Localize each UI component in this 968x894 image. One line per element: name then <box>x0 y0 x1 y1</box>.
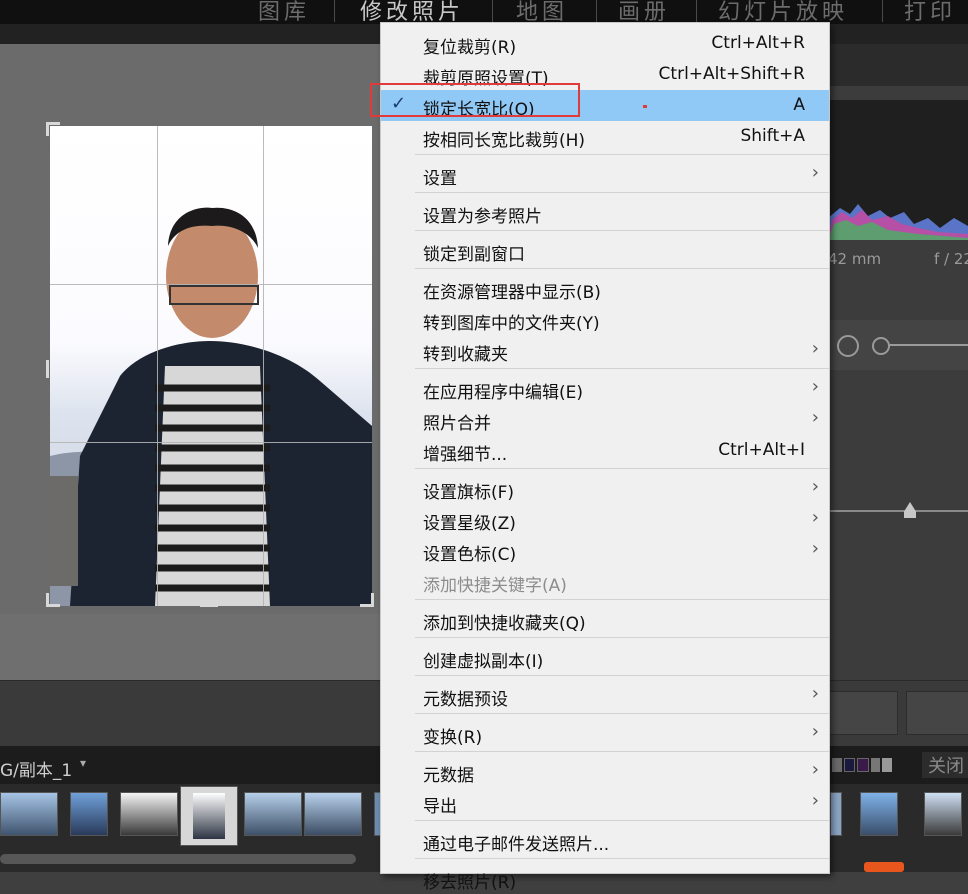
angle-slider-track[interactable] <box>828 510 968 512</box>
menu-item-add-to-quick-collection[interactable]: 添加到快捷收藏夹(Q) <box>381 604 829 635</box>
crop-handle-bottom-right[interactable] <box>371 593 374 607</box>
right-panel-header <box>828 44 968 86</box>
crop-grid-line <box>263 126 264 606</box>
submenu-arrow-icon: › <box>811 376 819 397</box>
module-separator <box>882 0 883 22</box>
menu-item-edit-in-app[interactable]: 在应用程序中编辑(E) › <box>381 373 829 404</box>
menu-item-create-virtual-copy[interactable]: 创建虚拟副本(I) <box>381 642 829 673</box>
annotation-dot <box>643 105 647 108</box>
filmstrip-scrollbar[interactable] <box>0 854 356 864</box>
context-menu: 复位裁剪(R) Ctrl+Alt+R 裁剪原照设置(T) Ctrl+Alt+Shif… <box>370 22 830 893</box>
menu-item-photo-merge[interactable]: 照片合并 › <box>381 404 829 435</box>
module-separator <box>696 0 697 22</box>
menu-separator <box>415 599 829 600</box>
filmstrip-thumbnail[interactable] <box>0 792 58 836</box>
filmstrip-thumbnail[interactable] <box>924 792 962 836</box>
annotation-highlight-box <box>370 83 580 117</box>
crop-handle-top-left[interactable] <box>46 122 49 136</box>
submenu-arrow-icon: › <box>811 476 819 497</box>
menu-item-enhance-details[interactable]: 增强细节... Ctrl+Alt+I <box>381 435 829 466</box>
module-separator <box>492 0 493 22</box>
menu-item-set-reference-photo[interactable]: 设置为参考照片 <box>381 197 829 228</box>
crop-grid-line <box>50 284 372 285</box>
menu-item-remove-photo[interactable]: 移去照片(R) <box>381 863 829 894</box>
menu-item-set-flag[interactable]: 设置旗标(F) › <box>381 473 829 504</box>
menu-separator <box>415 820 829 821</box>
menu-item-reset-crop[interactable]: 复位裁剪(R) Ctrl+Alt+R <box>381 28 829 59</box>
submenu-arrow-icon: › <box>811 721 819 742</box>
menu-separator <box>415 858 829 859</box>
tool-slider[interactable] <box>888 344 968 346</box>
module-library[interactable]: 图库 <box>258 0 310 26</box>
menu-item-go-to-collection[interactable]: 转到收藏夹 › <box>381 335 829 366</box>
menu-separator <box>415 192 829 193</box>
submenu-arrow-icon: › <box>811 759 819 780</box>
filmstrip-thumbnail[interactable] <box>120 792 178 836</box>
submenu-arrow-icon: › <box>811 538 819 559</box>
submenu-arrow-icon: › <box>811 407 819 428</box>
menu-separator <box>415 154 829 155</box>
menu-item-go-to-folder[interactable]: 转到图库中的文件夹(Y) <box>381 304 829 335</box>
filmstrip-source[interactable]: G/副本_1 <box>0 756 72 781</box>
submenu-arrow-icon: › <box>811 683 819 704</box>
filmstrip-thumbnail[interactable] <box>244 792 302 836</box>
portrait-image <box>50 207 372 606</box>
menu-separator <box>415 468 829 469</box>
filter-close-button[interactable]: 关闭 <box>922 752 968 778</box>
crop-grid-line <box>50 442 372 443</box>
menu-separator <box>415 637 829 638</box>
menu-item-metadata-presets[interactable]: 元数据预设 › <box>381 680 829 711</box>
menu-item-show-in-explorer[interactable]: 在资源管理器中显示(B) <box>381 273 829 304</box>
menu-item-export[interactable]: 导出 › <box>381 787 829 818</box>
submenu-arrow-icon: › <box>811 790 819 811</box>
filmstrip-thumbnail-selected[interactable] <box>180 786 238 846</box>
menu-separator <box>415 675 829 676</box>
tool-strip <box>828 320 968 370</box>
panel-button[interactable] <box>828 691 898 735</box>
module-print[interactable]: 打印 <box>904 0 956 26</box>
menu-separator <box>415 230 829 231</box>
aperture-readout: f / 22 <box>934 250 968 268</box>
menu-item-set-color-label[interactable]: 设置色标(C) › <box>381 535 829 566</box>
filmstrip-thumbnail[interactable] <box>860 792 898 836</box>
menu-separator <box>415 368 829 369</box>
module-separator <box>596 0 597 22</box>
histogram[interactable] <box>828 100 968 240</box>
histogram-graph <box>828 204 968 240</box>
submenu-arrow-icon: › <box>811 507 819 528</box>
menu-separator <box>415 268 829 269</box>
brush-icon[interactable] <box>872 337 890 355</box>
filmstrip-thumbnail[interactable] <box>70 792 108 836</box>
crop-photo[interactable] <box>50 126 372 606</box>
color-label-filters[interactable] <box>832 758 892 772</box>
menu-separator <box>415 751 829 752</box>
menu-item-settings[interactable]: 设置 › <box>381 159 829 190</box>
module-picker: 图库 修改照片 地图 画册 幻灯片放映 打印 <box>0 0 968 26</box>
panel-button[interactable] <box>906 691 968 735</box>
submenu-arrow-icon: › <box>811 162 819 183</box>
menu-separator <box>415 713 829 714</box>
menu-item-email-photo[interactable]: 通过电子邮件发送照片... <box>381 825 829 856</box>
crop-grid-line <box>157 126 158 606</box>
chevron-down-icon[interactable]: ▾ <box>80 756 86 770</box>
focal-length-readout: 42 mm <box>828 250 882 268</box>
menu-item-metadata[interactable]: 元数据 › <box>381 756 829 787</box>
menu-item-transform[interactable]: 变换(R) › <box>381 718 829 749</box>
tray-app-icon <box>864 862 904 872</box>
menu-item-add-shortcut-keyword: 添加快捷关键字(A) <box>423 576 567 596</box>
radial-filter-icon[interactable] <box>837 335 859 357</box>
filmstrip-thumbnail[interactable] <box>830 792 842 836</box>
menu-item-set-rating[interactable]: 设置星级(Z) › <box>381 504 829 535</box>
crop-handle-bottom-left[interactable] <box>46 593 49 607</box>
crop-handle-left[interactable] <box>46 360 49 378</box>
submenu-arrow-icon: › <box>811 338 819 359</box>
menu-item-lock-secondary-window[interactable]: 锁定到副窗口 <box>381 235 829 266</box>
filmstrip-thumbnail[interactable] <box>304 792 362 836</box>
module-separator <box>334 0 335 22</box>
crop-handle-bottom[interactable] <box>200 604 218 607</box>
menu-item-crop-same-aspect[interactable]: 按相同长宽比裁剪(H) Shift+A <box>381 121 829 152</box>
